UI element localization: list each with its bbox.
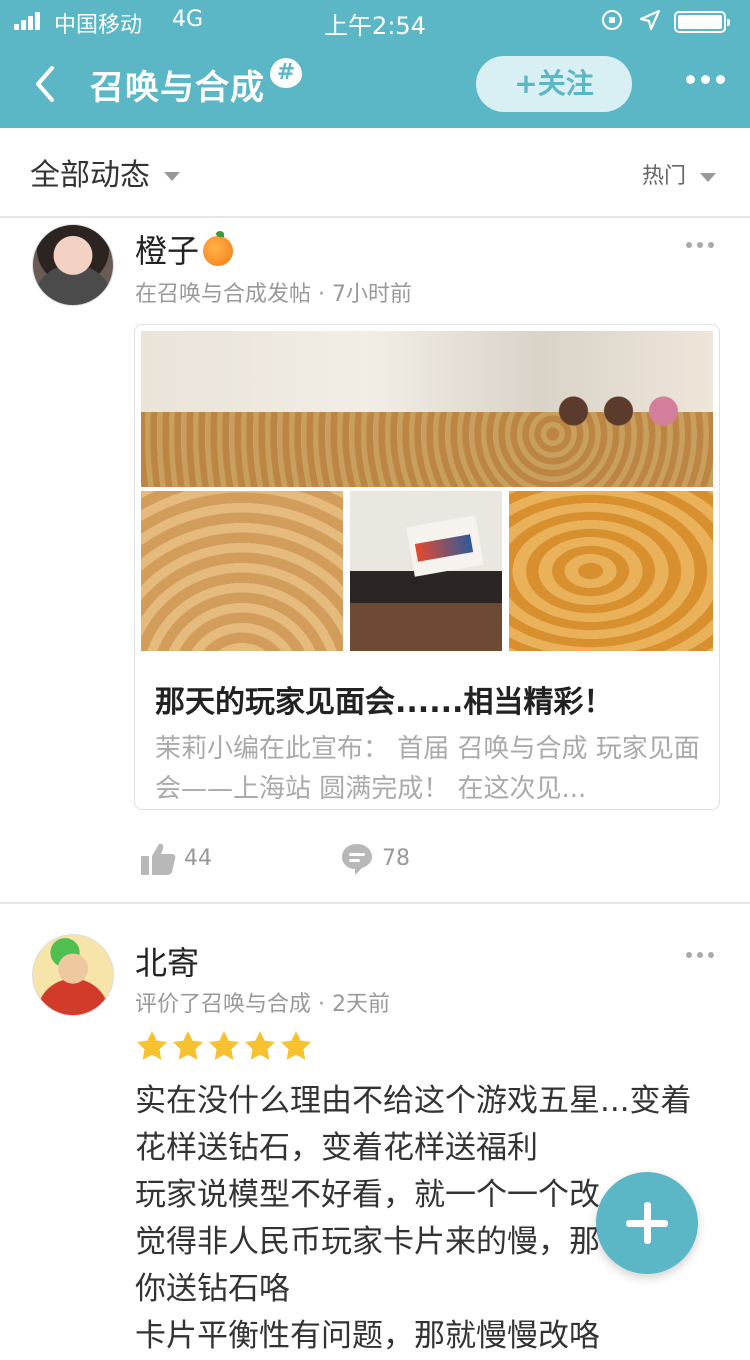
back-arrow-icon[interactable] — [28, 62, 68, 106]
orange-emoji-icon — [203, 231, 234, 266]
star-icon — [209, 1031, 239, 1060]
post-photo-croissants[interactable] — [509, 491, 713, 651]
star-icon — [137, 1031, 167, 1060]
post-author[interactable]: 橙子 — [135, 226, 234, 272]
sort-label: 热门 — [641, 164, 686, 189]
post-photo-cookies[interactable] — [141, 491, 343, 651]
post-more-icon[interactable] — [686, 952, 714, 960]
topic-hash-icon: # — [270, 58, 302, 88]
feed-filter-dropdown[interactable]: 全部动态 — [30, 150, 180, 194]
feed-post[interactable]: 橙子 在召唤与合成发帖 · 7小时前 那天的玩家见面会......相当精彩！ 茉… — [0, 220, 750, 904]
star-icon — [245, 1031, 275, 1060]
post-meta: 评价了召唤与合成 · 2天前 — [135, 992, 390, 1017]
like-count: 44 — [184, 846, 212, 871]
comment-icon[interactable] — [340, 842, 374, 876]
battery-icon — [674, 11, 730, 33]
caret-down-icon — [700, 172, 716, 182]
thumbs-up-icon[interactable] — [140, 842, 176, 876]
post-photo-cupcake[interactable] — [350, 491, 502, 651]
page-title: 召唤与合成 — [90, 68, 265, 108]
add-post-button[interactable] — [596, 1172, 698, 1274]
follow-button[interactable]: +关注 — [476, 56, 632, 112]
filter-bar: 全部动态 热门 — [0, 128, 750, 218]
post-card[interactable]: 那天的玩家见面会......相当精彩！ 茉莉小编在此宣布： 首届 召唤与合成 玩… — [134, 324, 720, 810]
review-line: 花样送钻石，变着花样送福利 — [135, 1130, 538, 1166]
post-author[interactable]: 北寄 — [135, 938, 199, 984]
review-line: 卡片平衡性有问题，那就慢慢改咯 — [135, 1318, 600, 1354]
app-header: 中国移动 4G 上午2:54 召唤与合成 # +关注 — [0, 0, 750, 128]
post-excerpt: 茉莉小编在此宣布： 首届 召唤与合成 玩家见面会——上海站 圆满完成！ 在这次见… — [155, 734, 700, 804]
status-icons — [602, 8, 732, 34]
post-photo-main[interactable] — [141, 331, 713, 487]
comment-count: 78 — [382, 846, 410, 871]
avatar[interactable] — [32, 224, 114, 306]
sort-dropdown[interactable]: 热门 — [642, 158, 716, 190]
location-arrow-icon — [639, 9, 661, 31]
rotation-lock-icon — [602, 10, 622, 30]
star-icon — [281, 1031, 311, 1060]
post-title: 那天的玩家见面会......相当精彩！ — [155, 685, 614, 720]
post-meta: 在召唤与合成发帖 · 7小时前 — [135, 282, 412, 307]
post-actions: 44 78 — [140, 842, 540, 882]
more-options-icon[interactable] — [686, 72, 726, 86]
avatar[interactable] — [32, 934, 114, 1016]
caret-down-icon — [164, 172, 180, 181]
review-line: 实在没什么理由不给这个游戏五星...变着 — [135, 1083, 692, 1119]
rating-stars — [136, 1030, 316, 1064]
status-bar: 中国移动 4G 上午2:54 — [0, 0, 750, 40]
nav-bar: 召唤与合成 # +关注 — [0, 40, 750, 128]
star-icon — [173, 1031, 203, 1060]
post-more-icon[interactable] — [686, 242, 714, 250]
feed-filter-label: 全部动态 — [30, 158, 150, 193]
